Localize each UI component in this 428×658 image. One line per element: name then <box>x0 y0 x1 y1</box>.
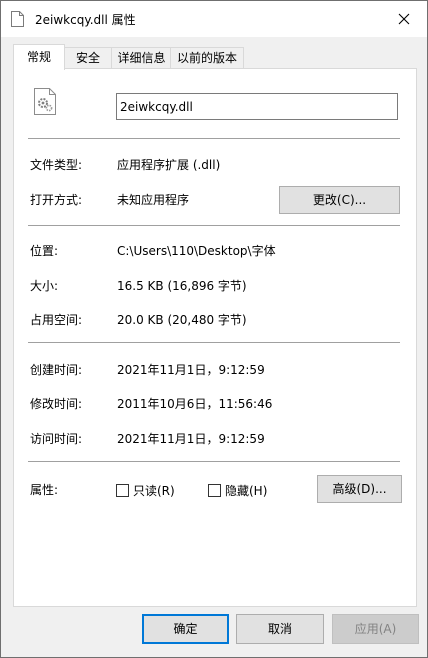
location-label: 位置: <box>30 244 59 258</box>
tab-previous-versions[interactable]: 以前的版本 <box>170 47 244 69</box>
accessed-value: 2021年11月1日，9:12:59 <box>117 432 265 446</box>
size-value: 16.5 KB (16,896 字节) <box>117 279 247 293</box>
window-title: 2eiwkcqy.dll 属性 <box>35 13 136 27</box>
document-icon <box>11 11 24 27</box>
readonly-label: 只读(R) <box>133 484 175 498</box>
divider <box>28 461 400 462</box>
created-label: 创建时间: <box>30 363 83 377</box>
advanced-button[interactable]: 高级(D)... <box>317 475 402 503</box>
modified-value: 2011年10月6日，11:56:46 <box>117 397 273 411</box>
divider <box>28 225 400 226</box>
properties-window: 2eiwkcqy.dll 属性 常规 安全 详细信息 以前的版本 2eiwkcq… <box>0 0 428 658</box>
location-value: C:\Users\110\Desktop\字体 <box>117 244 276 258</box>
tab-security[interactable]: 安全 <box>63 47 113 69</box>
apply-button[interactable]: 应用(A) <box>332 614 419 644</box>
ok-button[interactable]: 确定 <box>142 614 229 644</box>
hidden-label: 隐藏(H) <box>225 484 268 498</box>
general-panel: 2eiwkcqy.dll 文件类型: 应用程序扩展 (.dll) 打开方式: 未… <box>13 68 417 607</box>
checkbox-box[interactable] <box>116 484 129 497</box>
close-icon <box>398 13 410 25</box>
file-name-field[interactable]: 2eiwkcqy.dll <box>116 93 398 120</box>
change-button[interactable]: 更改(C)... <box>279 186 400 214</box>
attributes-label: 属性: <box>30 483 59 497</box>
accessed-label: 访问时间: <box>30 432 83 446</box>
tab-general[interactable]: 常规 <box>13 44 65 70</box>
hidden-checkbox[interactable]: 隐藏(H) <box>208 482 267 499</box>
tab-details[interactable]: 详细信息 <box>111 47 172 69</box>
checkbox-box[interactable] <box>208 484 221 497</box>
close-button[interactable] <box>381 1 427 37</box>
open-with-label: 打开方式: <box>30 193 83 207</box>
divider <box>28 342 400 343</box>
divider <box>28 138 400 139</box>
readonly-checkbox[interactable]: 只读(R) <box>116 482 175 499</box>
file-type-value: 应用程序扩展 (.dll) <box>117 158 221 172</box>
disk-size-value: 20.0 KB (20,480 字节) <box>117 313 247 327</box>
created-value: 2021年11月1日，9:12:59 <box>117 363 265 377</box>
dll-file-icon <box>34 88 56 115</box>
disk-size-label: 占用空间: <box>30 313 83 327</box>
cancel-button[interactable]: 取消 <box>236 614 324 644</box>
title-bar: 2eiwkcqy.dll 属性 <box>1 1 427 37</box>
size-label: 大小: <box>30 279 59 293</box>
file-type-label: 文件类型: <box>30 158 83 172</box>
open-with-value: 未知应用程序 <box>117 193 190 207</box>
modified-label: 修改时间: <box>30 397 83 411</box>
